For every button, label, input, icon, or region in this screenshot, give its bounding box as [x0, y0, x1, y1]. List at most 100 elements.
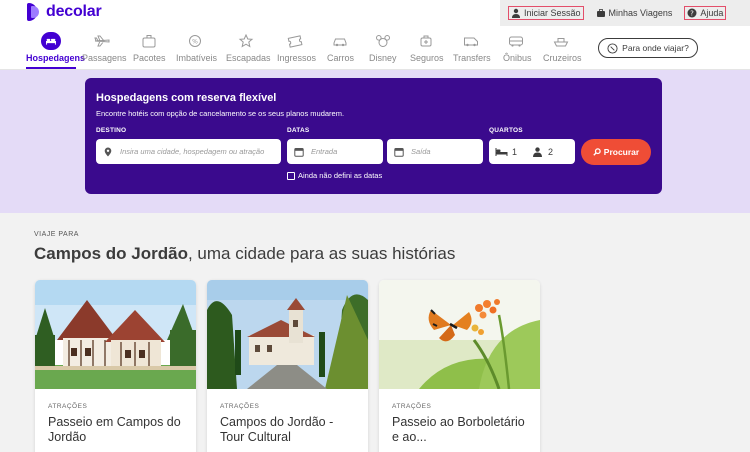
- user-icon: [512, 8, 520, 18]
- section-title: Campos do Jordão, uma cidade para as sua…: [34, 244, 455, 264]
- nav-label: Ônibus: [503, 53, 532, 63]
- chalet-photo: [35, 280, 196, 389]
- card-title: Passeio ao Borboletário e ao...: [392, 415, 525, 444]
- nav-item-ingressos[interactable]: Ingressos: [277, 32, 317, 63]
- compass-icon: [607, 42, 618, 54]
- nav-item-disney[interactable]: Disney: [369, 32, 397, 63]
- svg-text:?: ?: [691, 10, 695, 18]
- section-eyebrow: VIAJE PARA: [34, 231, 79, 238]
- guests-count: 2: [548, 146, 554, 157]
- ticket-icon: [287, 35, 303, 48]
- card-category: ATRAÇÕES: [392, 403, 432, 410]
- checkin-placeholder: Entrada: [311, 147, 338, 156]
- insurance-icon: [420, 35, 432, 47]
- my-trips-link[interactable]: Minhas Viagens: [594, 7, 675, 19]
- login-label: Iniciar Sessão: [524, 8, 581, 18]
- nav-item-transfers[interactable]: Transfers: [453, 32, 491, 63]
- van-icon: [464, 37, 478, 47]
- nav-label: Hospedagens: [26, 53, 86, 63]
- where-to-travel-button[interactable]: Para onde viajar?: [598, 38, 698, 58]
- nav-item-hospedagens[interactable]: Hospedagens: [26, 32, 86, 69]
- search-title: Hospedagens com reserva flexível: [96, 92, 277, 104]
- search-button[interactable]: Procurar: [581, 139, 651, 165]
- badge-icon: %: [189, 35, 201, 47]
- help-icon: ?: [687, 8, 697, 18]
- attraction-card[interactable]: ATRAÇÕES Campos do Jordão - Tour Cultura…: [207, 280, 368, 452]
- car-icon: [333, 38, 347, 47]
- nav-item-seguros[interactable]: Seguros: [410, 32, 444, 63]
- logo-text: decolar: [46, 3, 102, 20]
- nav-item-carros[interactable]: Carros: [327, 32, 355, 63]
- bed-icon: [495, 147, 508, 156]
- ship-icon: [553, 38, 569, 47]
- dates-label: DATAS: [287, 127, 310, 134]
- suitcase-icon: [142, 35, 156, 48]
- plane-icon: [94, 35, 110, 47]
- bus-icon: [509, 36, 523, 47]
- search-subtitle: Encontre hotéis com opção de cancelament…: [96, 109, 345, 118]
- section-title-city: Campos do Jordão: [34, 244, 188, 263]
- attraction-card[interactable]: ATRAÇÕES Passeio em Campos do Jordão: [35, 280, 196, 452]
- nav-item-pacotes[interactable]: Pacotes: [133, 32, 166, 63]
- nav-label: Disney: [369, 53, 397, 63]
- nav-label: Seguros: [410, 53, 444, 63]
- destination-label: DESTINO: [96, 127, 127, 134]
- card-category: ATRAÇÕES: [220, 403, 260, 410]
- nav-label: Pacotes: [133, 53, 166, 63]
- search-icon: [593, 148, 601, 156]
- search-button-label: Procurar: [603, 147, 640, 157]
- help-label: Ajuda: [700, 8, 724, 18]
- nav-item-imbativeis[interactable]: % Imbatíveis: [176, 32, 218, 63]
- checkout-placeholder: Saída: [411, 147, 431, 156]
- decolar-logo[interactable]: decolar: [27, 3, 102, 21]
- bed-icon: [46, 38, 56, 45]
- nav-label: Transfers: [453, 53, 491, 63]
- hotel-search-panel: Hospedagens com reserva flexível Encontr…: [85, 78, 662, 194]
- suitcase-icon: [596, 9, 605, 17]
- checkin-input[interactable]: Entrada: [287, 139, 383, 164]
- card-image: [35, 280, 196, 389]
- attraction-card[interactable]: ATRAÇÕES Passeio ao Borboletário e ao...: [379, 280, 540, 452]
- my-trips-label: Minhas Viagens: [608, 8, 673, 18]
- nav-item-passagens[interactable]: Passagens: [82, 32, 127, 63]
- login-link[interactable]: Iniciar Sessão: [508, 6, 584, 20]
- nav-item-cruzeiros[interactable]: Cruzeiros: [543, 32, 582, 63]
- logo-mark-icon: [27, 3, 41, 21]
- rooms-count: 1: [512, 146, 518, 157]
- destination-input[interactable]: Insira uma cidade, hospedagem ou atração: [96, 139, 281, 164]
- location-pin-icon: [104, 147, 112, 156]
- card-title: Campos do Jordão - Tour Cultural: [220, 415, 334, 444]
- person-icon: [533, 146, 543, 157]
- butterfly-photo: [379, 280, 540, 389]
- destination-placeholder: Insira uma cidade, hospedagem ou atração: [120, 147, 265, 156]
- calendar-icon: [294, 147, 304, 157]
- help-link[interactable]: ? Ajuda: [684, 6, 727, 20]
- rooms-label: QUARTOS: [489, 127, 523, 134]
- product-nav: Hospedagens Passagens Pacotes % Imbatíve…: [0, 26, 750, 70]
- nav-label: Passagens: [82, 53, 127, 63]
- card-category: ATRAÇÕES: [48, 403, 88, 410]
- no-dates-checkbox[interactable]: Ainda não defini as datas: [287, 171, 382, 180]
- checkbox-box[interactable]: [287, 171, 295, 180]
- svg-text:%: %: [192, 39, 198, 46]
- nav-label: Escapadas: [226, 53, 271, 63]
- where-to-travel-label: Para onde viajar?: [622, 43, 689, 53]
- calendar-icon: [394, 147, 404, 157]
- nav-item-escapadas[interactable]: Escapadas: [226, 32, 271, 63]
- rooms-guests-selector[interactable]: 1 2: [489, 139, 575, 164]
- account-links: Iniciar Sessão Minhas Viagens ? Ajuda: [500, 0, 750, 26]
- mickey-icon: [375, 35, 390, 47]
- card-image: [379, 280, 540, 389]
- palace-photo: [207, 280, 368, 389]
- top-bar: decolar Iniciar Sessão Minhas Viagens ? …: [0, 0, 750, 26]
- card-title: Passeio em Campos do Jordão: [48, 415, 181, 444]
- nav-label: Ingressos: [277, 53, 317, 63]
- nav-label: Carros: [327, 53, 355, 63]
- section-title-rest: , uma cidade para as suas histórias: [187, 244, 456, 263]
- star-icon: [238, 34, 254, 48]
- checkout-input[interactable]: Saída: [387, 139, 483, 164]
- nav-label: Imbatíveis: [176, 53, 218, 63]
- no-dates-label: Ainda não defini as datas: [298, 171, 383, 180]
- nav-label: Cruzeiros: [543, 53, 582, 63]
- nav-item-onibus[interactable]: Ônibus: [503, 32, 532, 63]
